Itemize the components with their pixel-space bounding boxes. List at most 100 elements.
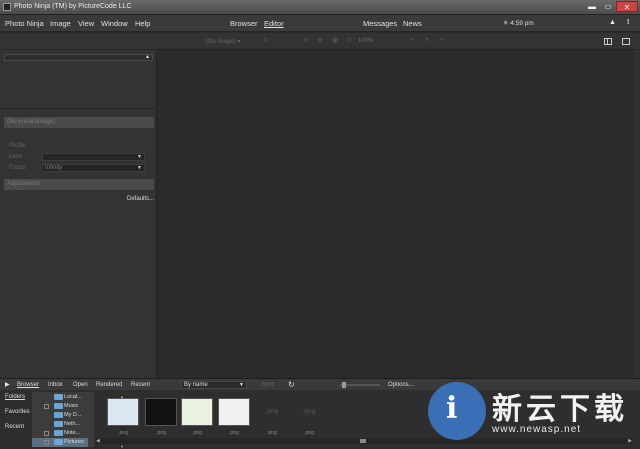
tab-favorites[interactable]: Favorites — [5, 409, 30, 415]
tree-item[interactable]: Neth... — [32, 420, 88, 429]
alert-icon[interactable]: ! — [627, 19, 629, 26]
focus-value: Infinity — [45, 165, 63, 171]
menu-help[interactable]: Help — [135, 19, 150, 28]
thumbnail[interactable] — [181, 398, 213, 426]
image-select-value: (No image) — [206, 39, 236, 45]
folder-icon — [54, 430, 63, 436]
chevron-down-icon: ▼ — [239, 382, 244, 388]
collapse-up-icon[interactable]: ▲ — [609, 19, 616, 26]
tab-recent-folders[interactable]: Recent — [5, 424, 24, 430]
folder-icon — [54, 421, 63, 427]
slider-knob[interactable] — [342, 382, 346, 388]
left-panel: ▴ (No preset/image) Profile Lens ▼ Focus… — [0, 50, 157, 378]
expand-icon[interactable]: ▶ — [5, 381, 10, 388]
add-icon[interactable]: + — [408, 37, 416, 45]
focus-dropdown[interactable]: Infinity ▼ — [42, 164, 145, 172]
menu-view[interactable]: View — [78, 19, 94, 28]
tree-item-selected[interactable]: Pictures — [32, 438, 88, 447]
pointer-icon[interactable]: ↖ — [424, 37, 432, 45]
thumbnail-caption: .png — [192, 430, 202, 436]
vertical-scrollbar[interactable] — [634, 50, 640, 378]
menu-window[interactable]: Window — [101, 19, 128, 28]
scroll-thumb[interactable] — [360, 439, 366, 443]
zoom-out-icon[interactable]: ⊖ — [302, 37, 310, 45]
watermark-text: 新云下载 — [492, 393, 628, 426]
refresh-icon[interactable]: ↻ — [288, 380, 295, 389]
preset-section[interactable]: (No preset/image) — [4, 117, 154, 128]
folder-icon — [54, 394, 63, 400]
scroll-left-icon[interactable]: ◀ — [96, 438, 100, 444]
dropdown-arrow-icon[interactable]: ▴ — [146, 53, 149, 60]
defaults-button[interactable]: Defaults... — [127, 196, 154, 202]
page-number: 1 — [264, 38, 268, 44]
folder-icon — [54, 403, 63, 409]
image-canvas[interactable] — [158, 50, 640, 378]
clock: ✳ 4:59 pm — [503, 19, 534, 27]
chevron-down-icon: ▼ — [137, 165, 142, 171]
zoom-in-icon[interactable]: ⊕ — [316, 37, 324, 45]
adjustments-section[interactable]: Adjustments — [4, 179, 154, 190]
grid-layout-icon[interactable] — [604, 38, 612, 45]
expand-icon[interactable] — [44, 404, 49, 409]
thumbnail-caption: .png — [229, 430, 239, 436]
sync-button[interactable]: Sync — [261, 382, 274, 388]
tab-inbox[interactable]: Inbox — [48, 382, 63, 388]
thumbnail-caption: .png — [304, 430, 314, 436]
tab-recent[interactable]: Recent — [131, 382, 150, 388]
window-title: Photo Ninja (TM) by PictureCode LLC — [14, 3, 132, 10]
menu-image[interactable]: Image — [50, 19, 71, 28]
tab-rendered[interactable]: Rendered — [96, 382, 122, 388]
expand-icon[interactable] — [44, 431, 49, 436]
tab-open[interactable]: Open — [73, 382, 88, 388]
thumbnail-placeholder[interactable]: .png — [256, 398, 288, 426]
expand-icon[interactable] — [44, 440, 49, 445]
star-icon: ✳ — [503, 20, 509, 27]
mode-editor[interactable]: Editor — [264, 19, 284, 28]
thumbnail-caption: .png — [118, 430, 128, 436]
menu-news[interactable]: News — [403, 19, 422, 28]
tree-item[interactable]: Note... — [32, 429, 88, 438]
chevron-down-icon: ▼ — [137, 154, 142, 160]
single-panel-icon[interactable] — [622, 38, 630, 45]
scroll-down-icon[interactable]: ▼ — [120, 444, 124, 449]
profile-label: Profile — [9, 143, 27, 149]
options-button[interactable]: Options... — [388, 382, 414, 388]
clock-time: 4:59 pm — [510, 20, 534, 27]
tab-browser[interactable]: Browser — [17, 382, 39, 388]
info-icon: i — [446, 391, 458, 426]
sort-dropdown[interactable]: By name ▼ — [181, 381, 247, 389]
title-bar: Photo Ninja (TM) by PictureCode LLC ▬ ▭ … — [0, 0, 640, 15]
focus-label: Focus — [9, 165, 26, 171]
tree-item[interactable]: My D... — [32, 411, 88, 420]
menu-bar: Photo Ninja Image View Window Help Brows… — [0, 15, 640, 32]
thumbnail[interactable] — [218, 398, 250, 426]
folder-tree: Local... Music My D... Neth... Note... P… — [32, 392, 126, 449]
thumbnail-size-slider[interactable] — [340, 382, 380, 388]
zoom-icon[interactable]: ⊙ — [345, 37, 353, 45]
menu-photo-ninja[interactable]: Photo Ninja — [5, 19, 44, 28]
watermark: i 新云下载 www.newasp.net — [428, 378, 634, 446]
app-icon — [3, 3, 11, 11]
menu-messages[interactable]: Messages — [363, 19, 397, 28]
minimize-button[interactable]: ▬ — [584, 1, 600, 12]
lens-label: Lens — [9, 154, 23, 160]
thumbnail-caption: .png — [267, 430, 277, 436]
maximize-button[interactable]: ▭ — [600, 1, 616, 12]
lens-dropdown[interactable]: ▼ — [42, 153, 145, 161]
thumbnail[interactable] — [107, 398, 139, 426]
tree-item[interactable]: Local... — [32, 393, 88, 402]
editor-toolbar: (No image) ▾ 1 ⊖ ⊕ ▣ ⊙ 100% + ↖ ⌁ — [0, 33, 640, 50]
thumbnail-caption: .png — [156, 430, 166, 436]
panel-select[interactable] — [4, 54, 153, 61]
wand-icon[interactable]: ⌁ — [438, 37, 446, 45]
close-button[interactable]: ✕ — [616, 1, 638, 12]
fit-icon[interactable]: ▣ — [331, 37, 339, 45]
thumbnail[interactable] — [145, 398, 177, 426]
zoom-level: 100% — [358, 38, 374, 44]
tree-item[interactable]: Music — [32, 402, 88, 411]
thumbnail-placeholder[interactable]: .png — [293, 398, 325, 426]
tab-folders[interactable]: Folders — [5, 394, 25, 400]
image-select[interactable]: (No image) ▾ — [206, 38, 240, 45]
mode-browser[interactable]: Browser — [230, 19, 258, 28]
folder-icon — [54, 412, 63, 418]
